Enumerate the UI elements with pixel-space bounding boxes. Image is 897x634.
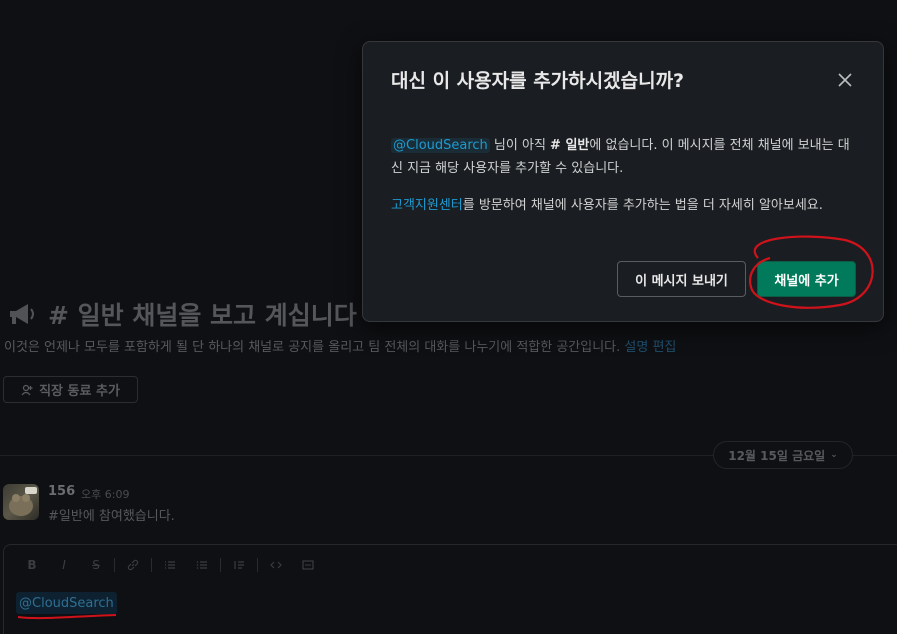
strikethrough-button[interactable]: S xyxy=(80,556,112,574)
modal-message: @CloudSearch 님이 아직 # 일반에 없습니다. 이 메시지를 전체… xyxy=(391,138,850,176)
close-button[interactable] xyxy=(829,64,861,96)
toolbar-divider xyxy=(151,558,152,572)
code-block-button[interactable] xyxy=(292,556,324,574)
date-divider-pill[interactable]: 12월 15일 금요일 ⌄ xyxy=(713,441,853,469)
message-text: #일반에 참여했습니다. xyxy=(48,509,175,524)
code-icon xyxy=(270,561,282,569)
send-message-button[interactable]: 이 메시지 보내기 xyxy=(617,261,746,297)
bold-button[interactable]: B xyxy=(16,556,48,574)
close-icon xyxy=(838,73,852,87)
add-user-modal: 대신 이 사용자를 추가하시겠습니까? @CloudSearch 님이 아직 #… xyxy=(362,41,884,322)
italic-button[interactable]: I xyxy=(48,556,80,574)
bullet-list-icon xyxy=(196,561,207,569)
toolbar-divider xyxy=(114,558,115,572)
add-to-channel-button[interactable]: 채널에 추가 xyxy=(757,261,856,297)
megaphone-icon xyxy=(10,304,34,324)
ordered-list-button[interactable] xyxy=(154,556,186,574)
message-author[interactable]: 156 xyxy=(48,484,75,499)
bullet-list-button[interactable] xyxy=(186,556,218,574)
message-time[interactable]: 오후 6:09 xyxy=(81,486,129,502)
code-block-icon xyxy=(302,560,314,570)
chevron-down-icon: ⌄ xyxy=(830,450,838,460)
channel-description: 이것은 언제나 모두를 포함하게 될 단 하나의 채널로 공지를 올리고 팀 전… xyxy=(4,340,677,355)
blockquote-icon xyxy=(234,561,244,569)
code-button[interactable] xyxy=(260,556,292,574)
avatar[interactable] xyxy=(3,484,39,520)
link-icon xyxy=(127,559,139,571)
add-coworker-button[interactable]: 직장 동료 추가 xyxy=(3,376,138,403)
composer-toolbar: B I S xyxy=(16,556,324,574)
ordered-list-icon xyxy=(165,561,175,569)
channel-intro-title: # 일반 채널을 보고 계십니다 xyxy=(6,296,357,332)
add-person-icon xyxy=(21,384,33,395)
edit-description-link[interactable]: 설명 편집 xyxy=(624,340,676,355)
channel-name: # 일반 xyxy=(550,138,590,153)
composer-mention[interactable]: @CloudSearch xyxy=(16,592,117,614)
modal-help-text: 고객지원센터를 방문하여 채널에 사용자를 추가하는 법을 더 자세히 알아보세… xyxy=(391,198,823,213)
help-center-link[interactable]: 고객지원센터 xyxy=(391,198,463,213)
toolbar-divider xyxy=(220,558,221,572)
channel-intro-title-text: # 일반 채널을 보고 계십니다 xyxy=(48,301,357,330)
blockquote-button[interactable] xyxy=(223,556,255,574)
toolbar-divider xyxy=(257,558,258,572)
modal-title: 대신 이 사용자를 추가하시겠습니까? xyxy=(391,70,685,92)
user-mention[interactable]: @CloudSearch xyxy=(391,138,490,153)
link-button[interactable] xyxy=(117,556,149,574)
